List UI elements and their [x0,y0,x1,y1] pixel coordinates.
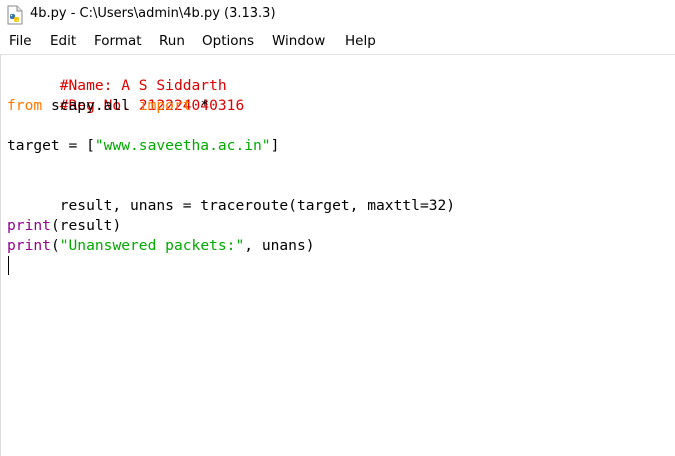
code-line-1: #Name: A S Siddarth [7,56,227,94]
menu-file[interactable]: File [9,33,32,49]
print-args: , unans) [244,237,315,254]
target-string: "www.saveetha.ac.in" [94,137,271,154]
code-line-3: from scapy.all import * [7,96,209,116]
code-editor[interactable]: #Name: A S Siddarth #Reg No. 21222404031… [0,55,675,456]
target-assign: target = [ [7,137,95,154]
menu-help[interactable]: Help [345,33,376,49]
code-line-10: print("Unanswered packets:", unans) [7,236,315,256]
code-line-5: target = ["www.saveetha.ac.in"] [7,136,279,156]
keyword-import: import [138,97,192,114]
text-cursor [8,256,9,275]
menu-options[interactable]: Options [202,33,254,49]
idle-editor-window: 4b.py - C:\Users\admin\4b.py (3.13.3) Fi… [0,0,675,456]
menu-bar: File Edit Format Run Options Window Help [0,30,675,55]
window-title: 4b.py - C:\Users\admin\4b.py (3.13.3) [30,6,276,21]
target-close: ] [270,137,280,154]
menu-run[interactable]: Run [159,33,185,49]
print-args: (result) [50,217,122,234]
builtin-print: print [7,237,51,254]
builtin-print: print [7,217,51,234]
code-line-7: result, unans = traceroute(target, maxtt… [7,176,455,214]
paren-open: ( [50,237,60,254]
module-name: scapy.all [42,97,139,114]
python-file-icon [7,5,23,25]
keyword-from: from [7,97,43,114]
title-bar[interactable]: 4b.py - C:\Users\admin\4b.py (3.13.3) [0,0,675,30]
unanswered-string: "Unanswered packets:" [59,237,245,254]
code-line-9: print(result) [7,216,121,236]
menu-window[interactable]: Window [272,33,325,49]
menu-edit[interactable]: Edit [50,33,76,49]
menu-format[interactable]: Format [94,33,142,49]
traceroute-call: result, unans = traceroute(target, maxtt… [59,197,456,214]
import-star: * [191,97,210,114]
code-line-2: #Reg No. 212224040316 [7,76,245,114]
